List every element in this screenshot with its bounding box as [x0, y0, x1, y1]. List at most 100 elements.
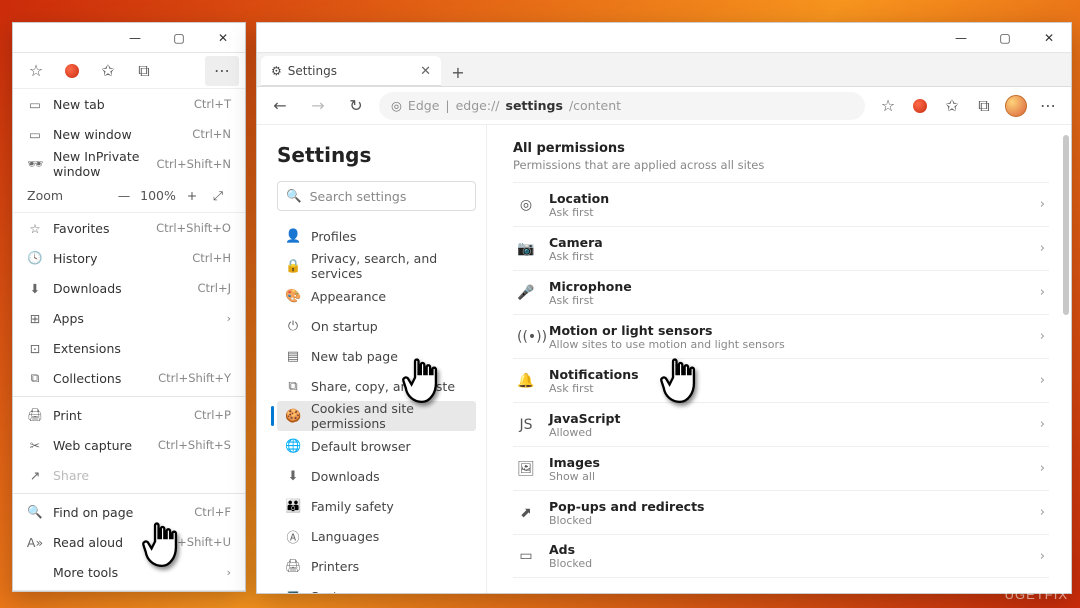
favorite-star-icon[interactable]: ☆: [19, 56, 53, 86]
permission-icon: 🔔: [517, 373, 535, 389]
permission-javascript[interactable]: JSJavaScriptAllowed›: [513, 402, 1049, 446]
scrollbar-thumb[interactable]: [1063, 135, 1069, 315]
permission-ads[interactable]: ▭AdsBlocked›: [513, 534, 1049, 578]
zoom-in-button[interactable]: +: [179, 188, 205, 203]
forward-button[interactable]: →: [303, 91, 333, 121]
nav-item-family-safety[interactable]: 👪Family safety: [277, 491, 476, 521]
permission-sub: Allowed: [549, 426, 1026, 439]
tab-strip: ⚙ Settings ✕ +: [257, 53, 1071, 87]
new-tab-button[interactable]: +: [443, 58, 473, 86]
menu-item-web-capture[interactable]: ✂Web captureCtrl+Shift+S: [13, 430, 245, 460]
permission-notifications[interactable]: 🔔NotificationsAsk first›: [513, 358, 1049, 402]
menu-item-more-tools[interactable]: More tools›: [13, 557, 245, 587]
extension-icon[interactable]: [905, 91, 935, 121]
permission-sub: Ask first: [549, 382, 1026, 395]
close-button[interactable]: ✕: [201, 23, 245, 53]
nav-icon: ⏻: [285, 319, 301, 334]
maximize-button[interactable]: ▢: [157, 23, 201, 53]
nav-item-cookies-and-site-permissions[interactable]: 🍪 Cookies and site permissions: [277, 401, 476, 431]
nav-item-profiles[interactable]: 👤Profiles: [277, 221, 476, 251]
menu-item-collections[interactable]: ⧉CollectionsCtrl+Shift+Y: [13, 363, 245, 393]
nav-item-appearance[interactable]: 🎨Appearance: [277, 281, 476, 311]
menu-item-downloads[interactable]: ⬇DownloadsCtrl+J: [13, 273, 245, 303]
nav-item-share-copy-and-paste[interactable]: ⧉Share, copy, and paste: [277, 371, 476, 401]
addr-bold: settings: [506, 98, 563, 113]
fullscreen-button[interactable]: ⤢: [205, 188, 231, 204]
menu-item-label: Apps: [53, 311, 217, 326]
permission-camera[interactable]: 📷CameraAsk first›: [513, 226, 1049, 270]
favorite-star-icon[interactable]: ☆: [873, 91, 903, 121]
minimize-button[interactable]: —: [939, 23, 983, 53]
nav-item-privacy-search-and-services[interactable]: 🔒Privacy, search, and services: [277, 251, 476, 281]
menu-shortcut: Ctrl+P: [194, 408, 231, 422]
permission-motion-or-light-sensors[interactable]: ((•))Motion or light sensorsAllow sites …: [513, 314, 1049, 358]
print-icon: 🖨: [27, 407, 43, 423]
permission-location[interactable]: ◎LocationAsk first›: [513, 182, 1049, 226]
more-menu-button[interactable]: ⋯: [1033, 91, 1063, 121]
tab-settings[interactable]: ⚙ Settings ✕: [261, 56, 441, 86]
permission-title: Motion or light sensors: [549, 323, 1026, 338]
nav-label: Default browser: [311, 439, 411, 454]
menu-item-read-aloud[interactable]: A»Read aloudCtrl+Shift+U: [13, 527, 245, 557]
more-menu-button[interactable]: ⋯: [205, 56, 239, 86]
tab-close-icon[interactable]: ✕: [420, 64, 431, 79]
opera-icon[interactable]: [55, 56, 89, 86]
permission-title: Location: [549, 191, 1026, 206]
favorites-list-icon[interactable]: ✩: [937, 91, 967, 121]
maximize-button[interactable]: ▢: [983, 23, 1027, 53]
toolbar-icons: ☆ ✩ ⧉ ⋯: [873, 91, 1063, 121]
menu-item-favorites[interactable]: ☆FavoritesCtrl+Shift+O: [13, 213, 245, 243]
menu-item-find-on-page[interactable]: 🔍Find on pageCtrl+F: [13, 497, 245, 527]
chevron-right-icon: ›: [1040, 241, 1045, 256]
permission-microphone[interactable]: 🎤MicrophoneAsk first›: [513, 270, 1049, 314]
nav-item-on-startup[interactable]: ⏻On startup: [277, 311, 476, 341]
menu-item-label: More tools: [53, 565, 217, 580]
permission-icon: ▭: [517, 548, 535, 564]
settings-search-input[interactable]: 🔍 Search settings: [277, 181, 476, 211]
nav-item-printers[interactable]: 🖨Printers: [277, 551, 476, 581]
permission-icon: ◎: [517, 197, 535, 213]
nav-item-default-browser[interactable]: 🌐Default browser: [277, 431, 476, 461]
nav-icon: 🍪: [285, 409, 301, 424]
permission-pop-ups-and-redirects[interactable]: ⬈Pop-ups and redirectsBlocked›: [513, 490, 1049, 534]
collections-icon[interactable]: ⧉: [969, 91, 999, 121]
tools-icon: [27, 564, 43, 580]
nav-icon: 👪: [285, 499, 301, 514]
menu-shortcut: Ctrl+Shift+O: [156, 221, 231, 235]
nav-icon: Ⓐ: [285, 527, 301, 546]
address-bar[interactable]: ◎ Edge | edge://settings/content: [379, 92, 865, 120]
profile-avatar[interactable]: [1001, 91, 1031, 121]
minimize-button[interactable]: —: [113, 23, 157, 53]
nav-item-languages[interactable]: ⒶLanguages: [277, 521, 476, 551]
nav-label: Cookies and site permissions: [311, 401, 468, 431]
menu-item-share[interactable]: ↗Share: [13, 460, 245, 490]
scrollbar-track[interactable]: [1061, 125, 1069, 593]
star-icon: ☆: [27, 220, 43, 236]
menu-item-extensions[interactable]: ⊡Extensions: [13, 333, 245, 363]
settings-titlebar: — ▢ ✕: [257, 23, 1071, 53]
zoom-row: Zoom — 100% + ⤢: [13, 179, 245, 213]
menu-item-print[interactable]: 🖨PrintCtrl+P: [13, 400, 245, 430]
back-button[interactable]: ←: [265, 91, 295, 121]
menu-shortcut: Ctrl+Shift+U: [157, 535, 231, 549]
menu-body: ▭New tabCtrl+T▭New windowCtrl+N🕶New InPr…: [13, 89, 245, 591]
refresh-button[interactable]: ↻: [341, 91, 371, 121]
coll-icon: ⧉: [27, 370, 43, 386]
favorites-icon[interactable]: ✩: [91, 56, 125, 86]
menu-item-history[interactable]: 🕓HistoryCtrl+H: [13, 243, 245, 273]
menu-item-new-tab[interactable]: ▭New tabCtrl+T: [13, 89, 245, 119]
history-icon: 🕓: [27, 250, 43, 266]
menu-item-new-window[interactable]: ▭New windowCtrl+N: [13, 119, 245, 149]
nav-item-system[interactable]: 💻System: [277, 581, 476, 593]
permission-images[interactable]: 🖼ImagesShow all›: [513, 446, 1049, 490]
zoom-out-button[interactable]: —: [111, 188, 137, 203]
collections-icon[interactable]: ⧉: [127, 56, 161, 86]
menu-item-apps[interactable]: ⊞Apps›: [13, 303, 245, 333]
close-button[interactable]: ✕: [1027, 23, 1071, 53]
menu-item-new-inprivate-window[interactable]: 🕶New InPrivate windowCtrl+Shift+N: [13, 149, 245, 179]
nav-item-downloads[interactable]: ⬇Downloads: [277, 461, 476, 491]
nav-icon: 🖨: [285, 559, 301, 574]
edge-scheme-icon: ◎: [391, 98, 402, 113]
nav-item-new-tab-page[interactable]: ▤New tab page: [277, 341, 476, 371]
download-icon: ⬇: [27, 280, 43, 296]
